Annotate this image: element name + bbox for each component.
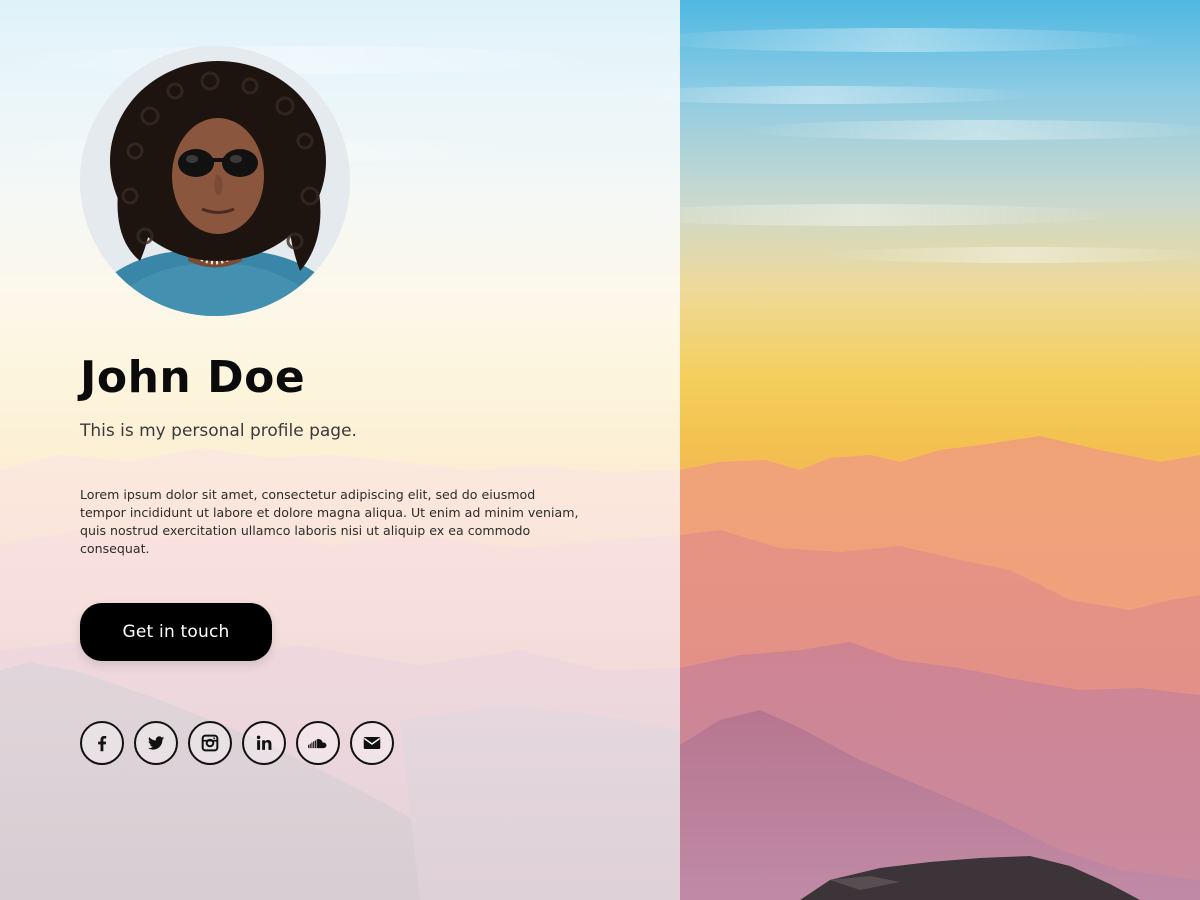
get-in-touch-button[interactable]: Get in touch [80,603,272,661]
profile-panel: John Doe This is my personal profile pag… [80,0,620,900]
profile-tagline: This is my personal profile page. [80,421,357,441]
soundcloud-icon [307,732,329,754]
twitter-link[interactable] [134,721,178,765]
social-links [80,721,394,765]
email-link[interactable] [350,721,394,765]
linkedin-icon [253,732,275,754]
email-icon [361,732,383,754]
profile-name: John Doe [80,352,306,403]
profile-bio: Lorem ipsum dolor sit amet, consectetur … [80,487,579,556]
facebook-link[interactable] [80,721,124,765]
twitter-icon [145,732,167,754]
soundcloud-link[interactable] [296,721,340,765]
instagram-icon [199,732,221,754]
avatar [80,46,350,316]
facebook-icon [91,732,113,754]
linkedin-link[interactable] [242,721,286,765]
instagram-link[interactable] [188,721,232,765]
